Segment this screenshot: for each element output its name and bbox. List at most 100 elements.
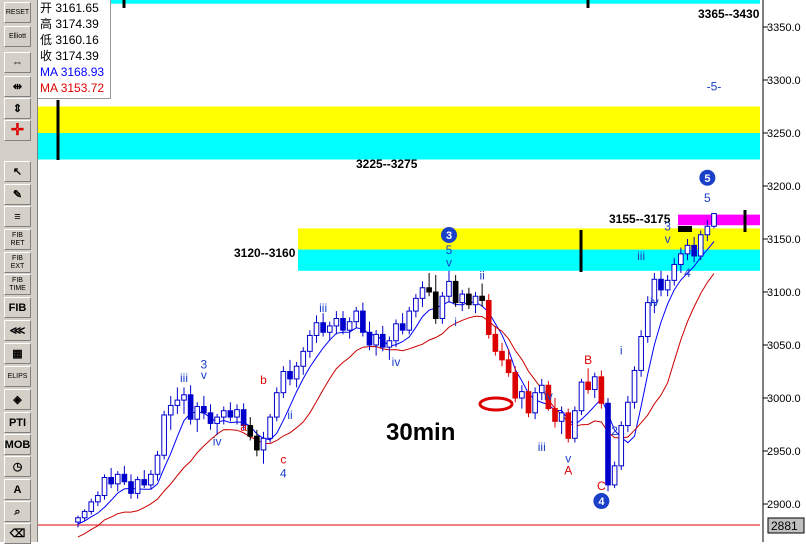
wave-label: iii	[538, 440, 546, 454]
crosshair-button[interactable]: ✛	[4, 120, 31, 141]
fan-button[interactable]: ⋘	[4, 320, 31, 341]
candle-body	[691, 244, 697, 257]
wave-label: iv	[544, 389, 553, 403]
candle-body	[287, 371, 293, 380]
low-row: 低 3160.16	[38, 32, 110, 48]
candle-body	[631, 369, 638, 403]
candle-body	[346, 321, 353, 331]
chart-title: 30min	[386, 419, 455, 446]
wave-label: ii	[479, 268, 484, 282]
close-value: 3174.39	[55, 49, 99, 63]
open-label: 开	[40, 1, 53, 15]
axis-tick-label: 3100.0	[767, 287, 801, 299]
candle-body	[340, 318, 346, 331]
candle-body	[114, 473, 121, 485]
zoom-h-button[interactable]: ⇔	[4, 52, 31, 73]
wave-label: 5	[704, 191, 711, 205]
axis-tick-label: 3300.0	[767, 75, 801, 87]
mob-button[interactable]: MOB	[4, 434, 31, 455]
candle-body	[532, 392, 538, 414]
annotation-ellipse	[478, 396, 514, 412]
axis-tick-label: 3200.0	[767, 181, 801, 193]
candle-body	[671, 263, 678, 281]
elips-button[interactable]: ELIPS	[4, 366, 31, 387]
candle-body	[565, 412, 572, 439]
candle-body	[333, 318, 340, 327]
close-row: 收 3174.39	[38, 48, 110, 64]
clock-button[interactable]: ◷	[4, 456, 31, 477]
candle-body	[194, 405, 201, 420]
candle-body	[326, 325, 333, 333]
axis-tick-label: 2950.0	[767, 446, 801, 458]
wave-label: -5-	[707, 80, 722, 94]
parallel-lines-button[interactable]: ≡	[4, 206, 31, 227]
candle-body	[485, 299, 492, 335]
axis-tick-label: 3050.0	[767, 340, 801, 352]
candle-body	[373, 333, 379, 346]
fib-extension-button[interactable]: FIB EXT	[4, 252, 31, 273]
zoom-v-button[interactable]: ⇕	[4, 98, 31, 119]
wave-label: v	[201, 368, 207, 382]
candle-body	[247, 425, 254, 437]
candle-body	[313, 322, 320, 336]
axis-tick-label: 3350.0	[767, 22, 801, 34]
high-value: 3174.39	[55, 17, 99, 31]
wave-label: 5	[704, 173, 710, 185]
candle-body	[393, 323, 399, 342]
zone-label: 3225--3275	[356, 157, 418, 171]
zone-band-upper	[38, 106, 760, 133]
candle-body	[187, 394, 194, 420]
candle-body	[472, 295, 479, 306]
wave-label: iii	[319, 301, 327, 315]
text-button[interactable]: A	[4, 479, 31, 500]
ma1-value: 3168.93	[60, 65, 105, 79]
pattern-button[interactable]: ◈	[4, 389, 31, 410]
candle-body	[386, 340, 393, 348]
price-chart[interactable]: 3365--3430 3225--3275 3120--3160 3155--3175…	[38, 0, 762, 542]
wave-label: iii	[180, 371, 188, 385]
wave-label: iv	[392, 355, 401, 369]
candle-body	[141, 479, 148, 486]
grid-button[interactable]: ▦	[4, 343, 31, 364]
pencil-button[interactable]: ✎	[4, 184, 31, 205]
magnifier-button[interactable]: ⌕	[4, 501, 31, 522]
candle-body	[207, 412, 214, 424]
candle-body	[88, 501, 95, 512]
candle-body	[128, 481, 134, 494]
fib-circle-button[interactable]: FIB	[4, 297, 31, 318]
wave-label: B	[584, 353, 592, 367]
candle-body	[711, 213, 717, 227]
pti-button[interactable]: PTI	[4, 412, 31, 433]
candle-body	[353, 310, 360, 323]
fib-time-button[interactable]: FIB TIME	[4, 274, 31, 295]
candle-body	[101, 477, 108, 497]
axis-tick-label: 3150.0	[767, 234, 801, 246]
eraser-button[interactable]: ⌫	[4, 523, 31, 544]
pointer-button[interactable]: ↖	[4, 161, 31, 182]
wave-label: 4	[280, 467, 287, 481]
candle-body	[81, 510, 88, 519]
axis-tick-label: 2900.0	[767, 499, 801, 511]
zoom-x-button[interactable]: ⇹	[4, 76, 31, 97]
zone-band-lower	[38, 133, 760, 160]
elliott-button[interactable]: Elliott	[4, 26, 31, 47]
candle-body	[419, 287, 426, 299]
candle-body	[591, 376, 598, 391]
candle-body	[585, 381, 591, 391]
wave-label: c	[280, 453, 286, 467]
reset-button[interactable]: RESET	[4, 2, 31, 23]
candle-body	[432, 291, 439, 319]
candle-body	[413, 297, 419, 312]
wave-label: a	[240, 420, 247, 434]
candle-body	[181, 394, 187, 401]
wave-label: 4	[598, 496, 605, 508]
candle-body	[492, 333, 499, 352]
candle-body	[446, 280, 452, 297]
candle-body	[260, 437, 267, 451]
candle-body	[75, 517, 81, 523]
current-price-label: 2881	[771, 519, 798, 533]
candle-body	[220, 410, 227, 418]
candle-body	[379, 333, 386, 348]
fib-retracement-button[interactable]: FIB RET	[4, 229, 31, 250]
candle-body	[280, 371, 287, 394]
